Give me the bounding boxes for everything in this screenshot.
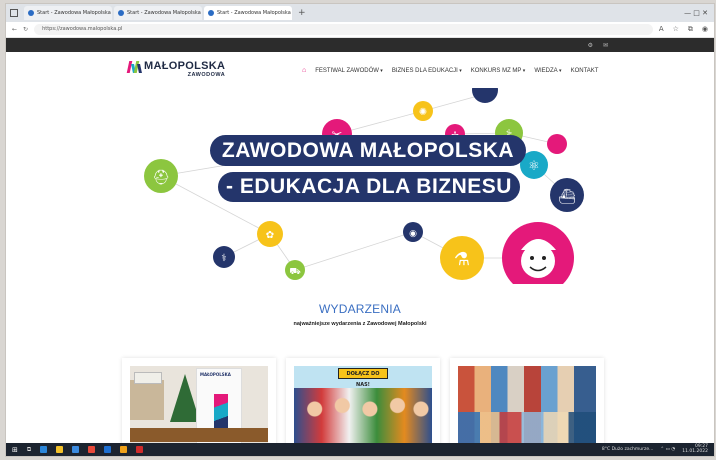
nav-item-kontakt[interactable]: KONTAKT (571, 68, 599, 74)
main-nav: ⌂ FESTIWAL ZAWODÓW BIZNES DLA EDUKACJI K… (302, 67, 598, 74)
cookie-icon[interactable]: ⚙ (588, 42, 593, 49)
chrome-icon[interactable] (120, 446, 128, 453)
browser-window: Start - Zawodowa Małopolska ✕ Start - Za… (6, 4, 714, 456)
refresh-icon[interactable]: ↻ (23, 26, 28, 33)
hero-title-line2: - EDUKACJA DLA BIZNESU (218, 172, 520, 202)
system-tray: 8°C Dużo zachmurze... ⌃ ▭ ◔ 09:27 11.01.… (602, 444, 714, 455)
hero-banner: ✺ ✂ ✢ ⚕ ⚛ ⛑ ⛴ ✿ ◉ ⚕ (6, 88, 714, 284)
tray-icons[interactable]: ⌃ ▭ ◔ (660, 447, 675, 452)
event-image-collage (458, 366, 596, 450)
new-tab-button[interactable]: + (294, 8, 310, 18)
favicon-icon (208, 10, 214, 16)
mail-icon[interactable]: ✉ (603, 42, 608, 49)
outlook-icon[interactable] (104, 446, 112, 453)
start-icon[interactable]: ⊞ (12, 446, 18, 454)
profile-icon[interactable]: ◉ (702, 25, 708, 34)
logo-title: MAŁOPOLSKA (144, 60, 226, 72)
tab-title: Start - Zawodowa Małopolska (37, 10, 111, 16)
browser-tab-3[interactable]: Start - Zawodowa Małopolska ✕ (204, 6, 292, 20)
favorite-star-icon[interactable]: ☆ (673, 25, 679, 34)
tab-title: Start - Zawodowa Małopolska (127, 10, 201, 16)
hero-title-line1: ZAWODOWA MAŁOPOLSKA (210, 135, 526, 166)
site-logo[interactable]: MAŁOPOLSKA ZAWODOWA (126, 60, 226, 79)
office-icon[interactable] (88, 446, 96, 453)
back-icon[interactable]: ← (12, 26, 17, 33)
url-field[interactable]: https://zawodowa.malopolska.pl (34, 24, 653, 35)
standee-logo: MAŁOPOLSKA (200, 372, 231, 377)
clock[interactable]: 09:27 11.01.2022 (682, 444, 708, 455)
favicon-icon (28, 10, 34, 16)
event-image-booth: MAŁOPOLSKA (130, 366, 268, 450)
nav-item-konkurs[interactable]: KONKURS MZ MP (471, 68, 526, 74)
svg-text:⚕: ⚕ (221, 253, 226, 264)
edge-icon[interactable] (40, 446, 48, 453)
svg-text:⚗: ⚗ (454, 249, 470, 270)
task-view-icon[interactable]: ⧉ (27, 446, 31, 454)
read-aloud-icon[interactable]: A (659, 25, 664, 34)
svg-text:⛴: ⛴ (558, 189, 576, 205)
svg-text:⛑: ⛑ (152, 170, 170, 186)
browser-tab-1[interactable]: Start - Zawodowa Małopolska ✕ (24, 6, 112, 20)
pdf-icon[interactable] (136, 446, 144, 453)
store-icon[interactable] (72, 446, 80, 453)
nav-item-wiedza[interactable]: WIEDZA (534, 68, 561, 74)
weather-widget[interactable]: 8°C Dużo zachmurze... (602, 447, 654, 452)
windows-taskbar: ⊞ ⧉ 8°C Dużo zachmurze... ⌃ ▭ ◔ 09:27 11… (6, 443, 714, 456)
event-image-professions: DOŁĄCZ DO NAS! (294, 366, 432, 450)
events-heading: WYDARZENIA (318, 302, 401, 316)
home-icon[interactable]: ⌂ (302, 67, 306, 74)
tab-actions-icon[interactable] (10, 9, 18, 17)
svg-text:◉: ◉ (409, 229, 417, 239)
tab-bar: Start - Zawodowa Małopolska ✕ Start - Za… (6, 4, 714, 22)
window-controls[interactable]: — □ ✕ (684, 9, 714, 17)
collections-icon[interactable]: ⧉ (688, 25, 693, 34)
join-us-caption: DOŁĄCZ DO NAS! (338, 368, 388, 388)
events-subheading: najważniejsze wydarzenia z Zawodowej Mał… (293, 321, 427, 327)
svg-text:✿: ✿ (266, 230, 274, 241)
browser-tab-2[interactable]: Start - Zawodowa Małopolska ✕ (114, 6, 202, 20)
event-card-1[interactable]: MAŁOPOLSKA (122, 358, 276, 450)
site-top-strip: ⚙ ✉ (6, 38, 714, 52)
favicon-icon (118, 10, 124, 16)
logo-mark-icon (126, 61, 142, 73)
address-bar-row: ← ↻ https://zawodowa.malopolska.pl A ☆ ⧉… (6, 22, 714, 38)
event-card-3[interactable] (450, 358, 604, 450)
event-card-2[interactable]: DOŁĄCZ DO NAS! (286, 358, 440, 450)
nav-item-biznes[interactable]: BIZNES DLA EDUKACJI (392, 68, 462, 74)
clock-date: 11.01.2022 (682, 448, 708, 454)
svg-text:⛟: ⛟ (289, 267, 300, 277)
svg-text:✺: ✺ (419, 107, 427, 118)
site-header: MAŁOPOLSKA ZAWODOWA ⌂ FESTIWAL ZAWODÓW B… (6, 52, 714, 88)
svg-text:⚛: ⚛ (528, 159, 540, 174)
file-explorer-icon[interactable] (56, 446, 64, 453)
logo-subtitle: ZAWODOWA (187, 72, 226, 78)
tab-title: Start - Zawodowa Małopolska (217, 10, 291, 16)
browser-toolbar-icons: A ☆ ⧉ ◉ (659, 25, 708, 34)
nav-item-festiwal[interactable]: FESTIWAL ZAWODÓW (315, 68, 383, 74)
